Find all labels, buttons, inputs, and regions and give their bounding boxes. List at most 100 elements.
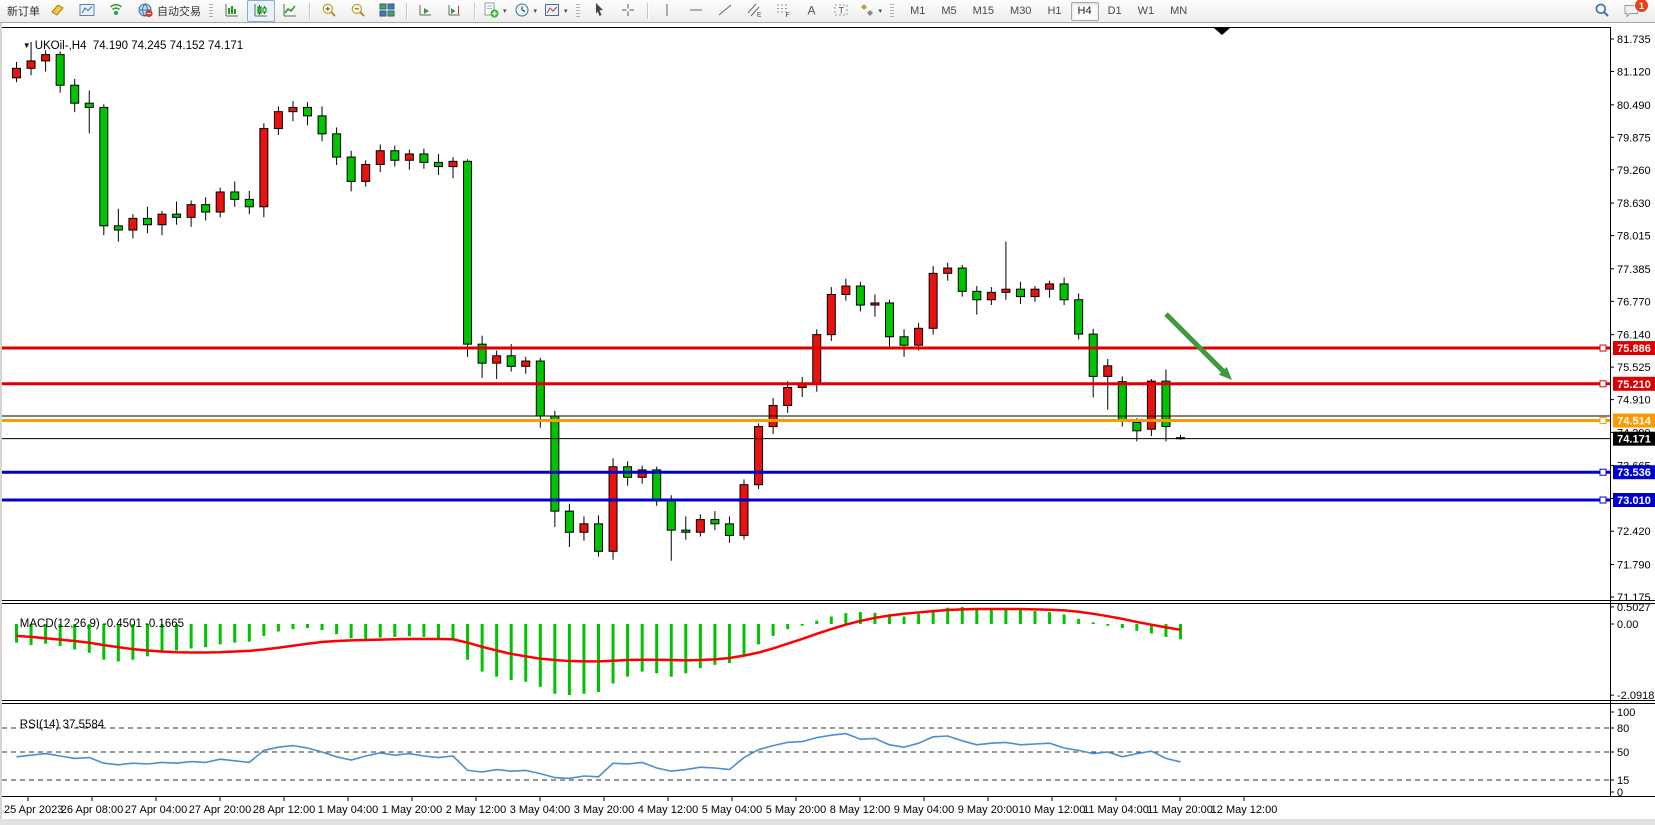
chart-canvas[interactable]: 81.73581.12080.49079.87579.26078.63078.0… bbox=[2, 23, 1655, 819]
rsi-indicator-label: RSI(14) 37.5584 bbox=[7, 707, 104, 743]
timeframe-h4-button[interactable]: H4 bbox=[1071, 2, 1099, 21]
bar-chart-button[interactable] bbox=[218, 0, 246, 22]
new-order-button[interactable]: 新订单 bbox=[4, 0, 43, 22]
svg-text:E: E bbox=[757, 11, 762, 18]
time-tick-label: 5 May 20:00 bbox=[766, 804, 827, 816]
chart-header: ▼ UKOil-,H4 74.190 74.245 74.152 74.171 bbox=[10, 28, 243, 64]
indicators-icon bbox=[483, 2, 499, 21]
signal-icon bbox=[108, 2, 124, 21]
time-tick-label: 8 May 12:00 bbox=[830, 804, 891, 816]
auto-scroll-icon bbox=[418, 2, 434, 21]
fibonacci-icon: F bbox=[775, 2, 791, 21]
price-tick-label: 80.490 bbox=[1617, 100, 1651, 112]
chart-shift-button[interactable] bbox=[441, 0, 469, 22]
timeframe-m15-button[interactable]: M15 bbox=[966, 2, 1001, 21]
time-tick-label: 11 May 04:00 bbox=[1083, 804, 1149, 816]
vertical-line-button[interactable] bbox=[653, 0, 681, 22]
search-button[interactable] bbox=[1588, 0, 1616, 22]
chart-window-icon bbox=[79, 2, 95, 21]
toolbar-separator bbox=[576, 4, 580, 18]
market-watch-button[interactable] bbox=[73, 0, 101, 22]
time-tick-label: 4 May 12:00 bbox=[638, 804, 699, 816]
symbol-dropdown-icon[interactable]: ▼ bbox=[23, 41, 31, 50]
price-tick-label: 81.735 bbox=[1617, 34, 1651, 46]
candlestick-chart-button[interactable] bbox=[247, 0, 275, 22]
horizontal-line-button[interactable] bbox=[682, 0, 710, 22]
timeframe-m30-button[interactable]: M30 bbox=[1003, 2, 1038, 21]
chevron-down-icon: ▾ bbox=[503, 7, 507, 15]
time-tick-label: 27 Apr 20:00 bbox=[189, 804, 251, 816]
hline-price-label: 74.171 bbox=[1617, 434, 1651, 446]
zoom-out-icon bbox=[350, 2, 366, 21]
tile-windows-button[interactable] bbox=[373, 0, 401, 22]
auto-trading-label: 自动交易 bbox=[157, 3, 201, 19]
crosshair-button[interactable] bbox=[614, 0, 642, 22]
rsi-line bbox=[17, 734, 1181, 779]
time-tick-label: 5 May 04:00 bbox=[702, 804, 763, 816]
auto-trading-icon bbox=[137, 2, 154, 21]
fibonacci-button[interactable]: F bbox=[769, 0, 797, 22]
text-button[interactable]: A bbox=[798, 0, 826, 22]
timeframe-mn-button[interactable]: MN bbox=[1163, 2, 1194, 21]
timeframe-h1-button[interactable]: H1 bbox=[1040, 2, 1068, 21]
chat-badge: 1 bbox=[1634, 0, 1649, 13]
periods-button[interactable]: ▾ bbox=[511, 0, 541, 22]
time-tick-label: 26 Apr 08:00 bbox=[61, 804, 123, 816]
cursor-button[interactable] bbox=[585, 0, 613, 22]
timeframe-d1-button[interactable]: D1 bbox=[1101, 2, 1129, 21]
time-tick-label: 9 May 20:00 bbox=[958, 804, 1019, 816]
zoom-in-button[interactable] bbox=[315, 0, 343, 22]
hline-75.886[interactable]: 75.886 bbox=[2, 341, 1655, 355]
chart-frame bbox=[2, 27, 1655, 797]
price-tick-label: 76.140 bbox=[1617, 330, 1651, 342]
hline-73.536[interactable]: 73.536 bbox=[2, 465, 1655, 479]
templates-button[interactable]: ▾ bbox=[541, 0, 571, 22]
chart-shift-icon bbox=[447, 2, 463, 21]
line-chart-button[interactable] bbox=[276, 0, 304, 22]
chart-header-text: UKOil-,H4 74.190 74.245 74.152 74.171 bbox=[35, 40, 243, 52]
arrows-button[interactable]: ▾ bbox=[856, 0, 886, 22]
price-tick-label: 79.260 bbox=[1617, 165, 1651, 177]
rsi-axis: 1008050150 bbox=[1610, 707, 1635, 799]
macd-indicator-label: MACD(12,26,9) -0.4501 -0.1665 bbox=[7, 606, 184, 642]
tile-windows-icon bbox=[379, 2, 395, 21]
trendline-button[interactable] bbox=[711, 0, 739, 22]
toolbar-separator bbox=[406, 3, 407, 19]
hline-75.210[interactable]: 75.210 bbox=[2, 377, 1655, 391]
time-tick-label: 25 Apr 2023 bbox=[4, 804, 63, 816]
hline-74.171[interactable]: 74.171 bbox=[2, 432, 1655, 446]
new-order-tag-button[interactable] bbox=[44, 0, 72, 22]
signals-button[interactable] bbox=[102, 0, 130, 22]
time-tick-label: 3 May 20:00 bbox=[574, 804, 635, 816]
text-label-button[interactable]: T bbox=[827, 0, 855, 22]
timeframe-group: M1M5M15M30H1H4D1W1MN bbox=[903, 2, 1194, 21]
rsi-axis-label: 15 bbox=[1617, 775, 1629, 787]
chart-window[interactable]: 81.73581.12080.49079.87579.26078.63078.0… bbox=[2, 23, 1655, 819]
vertical-line-icon bbox=[659, 2, 675, 21]
price-tick-label: 74.910 bbox=[1617, 395, 1651, 407]
timeframe-m1-button[interactable]: M1 bbox=[903, 2, 932, 21]
time-tick-label: 12 May 12:00 bbox=[1211, 804, 1278, 816]
time-axis: 25 Apr 202326 Apr 08:0027 Apr 04:0027 Ap… bbox=[4, 797, 1277, 816]
indicators-button[interactable]: ▾ bbox=[480, 0, 510, 22]
price-axis: 81.73581.12080.49079.87579.26078.63078.0… bbox=[1610, 34, 1651, 604]
new-order-label: 新订单 bbox=[7, 3, 40, 19]
zoom-in-icon bbox=[321, 2, 337, 21]
zoom-out-button[interactable] bbox=[344, 0, 372, 22]
hline-73.010[interactable]: 73.010 bbox=[2, 493, 1655, 507]
auto-scroll-button[interactable] bbox=[412, 0, 440, 22]
window-frame-bottom bbox=[0, 819, 1655, 825]
templates-icon bbox=[544, 2, 560, 21]
timeframe-m5-button[interactable]: M5 bbox=[934, 2, 963, 21]
auto-trading-button[interactable]: 自动交易 bbox=[131, 0, 204, 22]
time-tick-label: 10 May 12:00 bbox=[1019, 804, 1086, 816]
time-tick-label: 27 Apr 04:00 bbox=[125, 804, 187, 816]
equidistant-channel-button[interactable]: E bbox=[740, 0, 768, 22]
trendline-icon bbox=[717, 2, 733, 21]
toolbar-separator bbox=[647, 3, 648, 19]
price-tick-label: 79.875 bbox=[1617, 132, 1651, 144]
time-tick-label: 28 Apr 12:00 bbox=[253, 804, 315, 816]
timeframe-w1-button[interactable]: W1 bbox=[1131, 2, 1162, 21]
chat-button[interactable]: 1 bbox=[1617, 0, 1645, 22]
text-icon: A bbox=[804, 2, 820, 21]
